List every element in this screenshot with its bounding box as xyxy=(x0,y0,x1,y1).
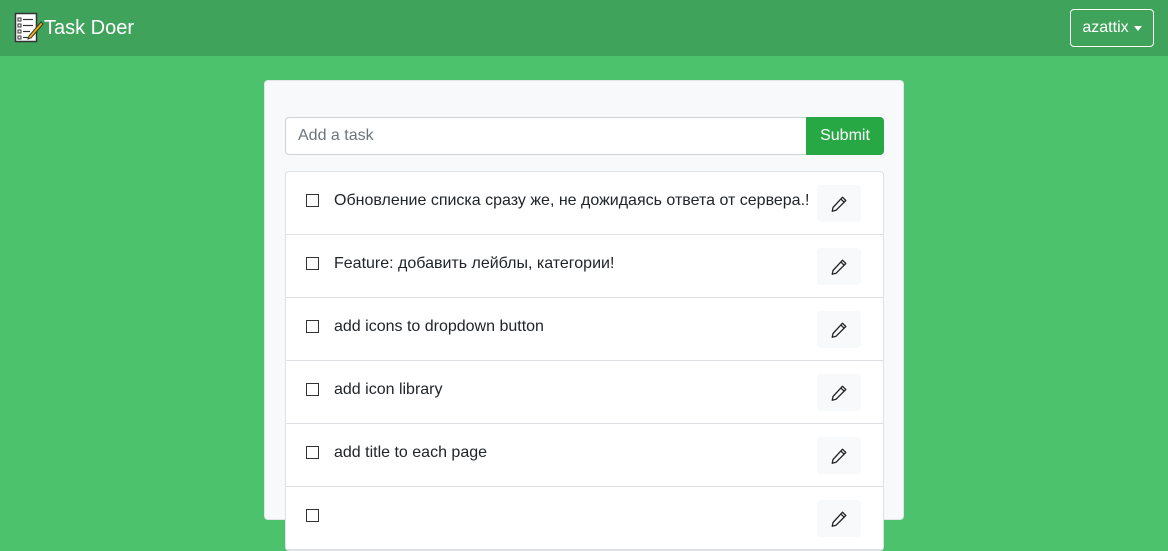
task-card: Submit Обновление списка сразу же, не до… xyxy=(264,80,904,551)
task-text: add title to each page xyxy=(334,444,488,461)
pencil-icon xyxy=(831,511,847,527)
pencil-icon xyxy=(831,259,847,275)
task-list: Обновление списка сразу же, не дожидаясь… xyxy=(285,171,884,551)
task-text: Feature: добавить лейблы, категории! xyxy=(334,255,615,272)
pencil-icon xyxy=(831,448,847,464)
user-dropdown-button[interactable]: azattix xyxy=(1070,9,1154,47)
edit-task-button[interactable] xyxy=(817,248,861,285)
pencil-icon xyxy=(831,385,847,401)
submit-button[interactable]: Submit xyxy=(806,117,884,155)
username-label: azattix xyxy=(1082,19,1129,36)
task-item xyxy=(286,487,883,550)
task-checkbox[interactable] xyxy=(306,446,319,459)
task-checkbox[interactable] xyxy=(306,194,319,207)
task-checkbox[interactable] xyxy=(306,509,319,522)
task-item: add title to each page xyxy=(286,424,883,487)
task-item: Feature: добавить лейблы, категории! xyxy=(286,235,883,298)
edit-task-button[interactable] xyxy=(817,185,861,222)
caret-down-icon xyxy=(1133,26,1142,31)
checklist-pencil-icon xyxy=(14,12,44,43)
brand-link[interactable]: Task Doer xyxy=(14,12,134,44)
pencil-icon xyxy=(831,322,847,338)
edit-task-button[interactable] xyxy=(817,437,861,474)
top-navbar: Task Doer azattix xyxy=(0,0,1168,56)
task-checkbox[interactable] xyxy=(306,257,319,270)
task-text: Обновление списка сразу же, не дожидаясь… xyxy=(334,192,810,209)
add-task-input[interactable] xyxy=(285,117,807,155)
task-text: add icons to dropdown button xyxy=(334,318,544,335)
task-text: add icon library xyxy=(334,381,443,398)
task-item: add icons to dropdown button xyxy=(286,298,883,361)
task-checkbox[interactable] xyxy=(306,383,319,396)
brand-title: Task Doer xyxy=(44,17,135,39)
task-item: Обновление списка сразу же, не дожидаясь… xyxy=(286,172,883,235)
task-checkbox[interactable] xyxy=(306,320,319,333)
edit-task-button[interactable] xyxy=(817,374,861,411)
pencil-icon xyxy=(831,196,847,212)
task-item: add icon library xyxy=(286,361,883,424)
edit-task-button[interactable] xyxy=(817,311,861,348)
edit-task-button[interactable] xyxy=(817,500,861,537)
